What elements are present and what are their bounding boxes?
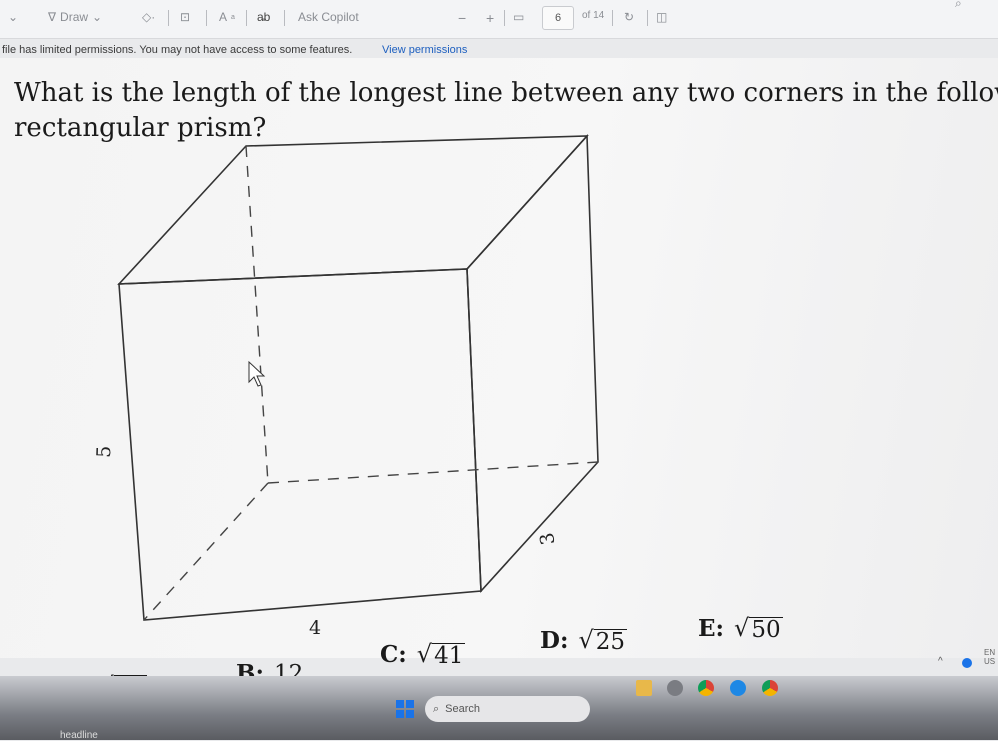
choice-c-value: √ 41 xyxy=(416,640,466,669)
chrome-icon[interactable] xyxy=(762,680,778,696)
toolbar-divider xyxy=(504,10,505,26)
choice-d-radicand: 25 xyxy=(593,629,628,655)
text-box-icon: ⊡ xyxy=(180,10,191,24)
notice-message: file has limited permissions. You may no… xyxy=(2,44,353,56)
draw-button[interactable]: ∇ Draw ⌄ xyxy=(48,10,102,24)
text-size-label: A xyxy=(219,10,228,24)
pdf-toolbar: ⌄ ∇ Draw ⌄ ◇· ⊡ Aa a̵b Ask Copilot − + ▭… xyxy=(0,0,998,39)
text-box-button[interactable]: ⊡ xyxy=(180,10,190,24)
page-view-icon: ◫ xyxy=(656,10,668,24)
zoom-out-button[interactable]: − xyxy=(458,10,466,26)
choice-e-key: E: xyxy=(698,614,725,642)
taskbar-search-label: Search xyxy=(445,703,481,715)
choice-c-key: C: xyxy=(380,640,407,668)
rotate-icon: ↻ xyxy=(624,10,635,24)
rectangular-prism-figure: 5 3 4 xyxy=(93,133,599,639)
hidden-edge-back xyxy=(267,461,599,484)
choice-e-radicand: 50 xyxy=(749,617,783,643)
choice-e[interactable]: E: √ 50 xyxy=(698,614,783,642)
mouse-cursor-icon xyxy=(248,360,266,387)
search-icon: ⌕ xyxy=(433,702,440,715)
toolbar-divider xyxy=(206,10,207,26)
ask-copilot-button[interactable]: Ask Copilot xyxy=(298,10,359,24)
choice-d[interactable]: D: √ 25 xyxy=(540,626,628,655)
read-aloud-label: a̵b xyxy=(257,10,271,24)
edge-icon[interactable] xyxy=(730,680,746,696)
chrome-icon[interactable] xyxy=(698,680,714,696)
label-depth: 3 xyxy=(536,531,560,547)
toolbar-divider xyxy=(168,10,169,26)
toolbar-divider xyxy=(647,10,648,26)
fit-page-icon: ▭ xyxy=(513,10,525,24)
hidden-edge-depth xyxy=(143,482,269,621)
hidden-edge-vertical xyxy=(245,145,269,484)
draw-label: Draw xyxy=(60,10,89,24)
prism-top-face xyxy=(117,135,589,285)
choice-e-value: √ 50 xyxy=(734,614,783,643)
rotate-button[interactable]: ↻ xyxy=(624,10,634,24)
text-size-sup: a xyxy=(231,13,235,21)
choice-d-key: D: xyxy=(540,626,569,654)
fit-page-button[interactable]: ▭ xyxy=(513,10,524,24)
language-top: EN xyxy=(984,648,996,657)
question-line-1: What is the length of the longest line b… xyxy=(14,78,998,108)
prism-right-face xyxy=(466,133,599,593)
read-aloud-button[interactable]: a̵b xyxy=(257,10,270,24)
label-width: 4 xyxy=(309,617,321,639)
page-view-button[interactable]: ◫ xyxy=(656,10,667,24)
windows-start-icon[interactable] xyxy=(396,700,414,718)
view-permissions-link[interactable]: View permissions xyxy=(382,44,467,56)
search-icon[interactable]: ⌕ xyxy=(955,0,962,11)
eraser-icon: ◇· xyxy=(142,10,156,24)
toolbar-divider xyxy=(612,10,613,26)
toolbar-divider xyxy=(246,10,247,26)
file-explorer-icon[interactable] xyxy=(636,680,652,696)
prism-front-face xyxy=(118,268,482,621)
eraser-button[interactable]: ◇· xyxy=(142,10,155,24)
choice-c-radicand: 41 xyxy=(432,643,466,669)
page-number-input[interactable]: 6 xyxy=(542,6,574,30)
taskbar-search[interactable]: ⌕ Search xyxy=(425,696,590,722)
label-height: 5 xyxy=(93,445,115,458)
ask-copilot-label: Ask Copilot xyxy=(298,10,359,24)
zoom-in-button[interactable]: + xyxy=(486,10,494,26)
text-size-button[interactable]: Aa xyxy=(219,10,235,24)
notification-icon[interactable] xyxy=(962,658,972,668)
draw-dropdown-icon: ⌄ xyxy=(92,10,103,24)
chevron-down-icon[interactable]: ⌄ xyxy=(8,10,18,24)
windows-taskbar: ⌕ Search ^ EN US headline xyxy=(0,648,998,741)
news-headline[interactable]: headline xyxy=(60,730,98,741)
toolbar-divider xyxy=(284,10,285,26)
language-bottom: US xyxy=(984,657,996,666)
settings-icon[interactable] xyxy=(667,680,683,696)
choice-d-value: √ 25 xyxy=(578,626,628,655)
language-indicator[interactable]: EN US xyxy=(984,648,995,666)
system-tray-chevron-icon[interactable]: ^ xyxy=(938,656,943,667)
draw-icon: ∇ xyxy=(48,10,57,24)
page-total: of 14 xyxy=(582,10,605,21)
choice-c[interactable]: C: √ 41 xyxy=(380,640,466,669)
